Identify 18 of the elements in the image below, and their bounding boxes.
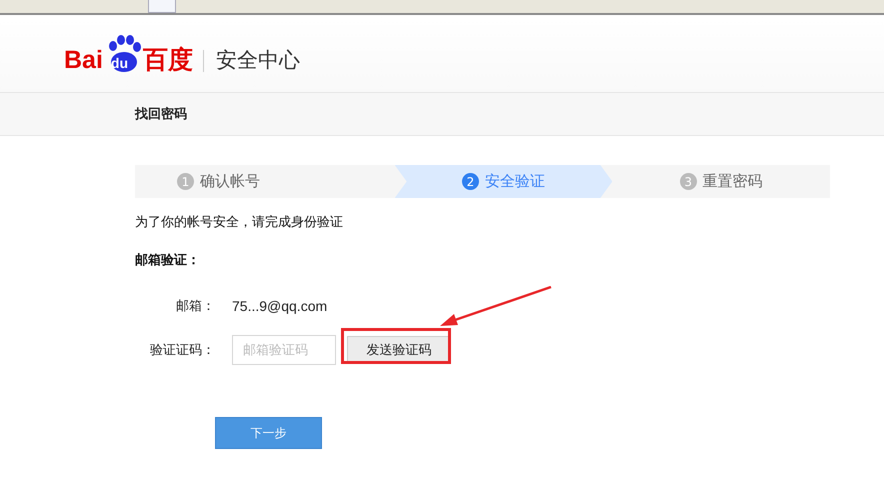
header-title: 安全中心: [216, 46, 300, 74]
intro-text: 为了你的帐号安全，请完成身份验证: [135, 214, 344, 231]
logo-badge-text: du: [110, 54, 128, 70]
logo-text: Bai: [64, 46, 103, 72]
step-item: 3 重置密码: [612, 165, 830, 198]
code-input-field[interactable]: 邮箱验证码: [232, 335, 336, 365]
step-number-icon: 2: [462, 173, 479, 190]
section-title: 邮箱验证：: [135, 252, 201, 269]
email-label: 邮箱：: [175, 298, 215, 315]
email-value: 75...9@qq.com: [232, 298, 328, 314]
browser-tab[interactable]: [148, 0, 176, 13]
page-title: 找回密码: [135, 106, 187, 123]
logo-text: 百度: [142, 46, 193, 72]
code-label: 验证证码：: [149, 342, 215, 359]
step-number-icon: 1: [177, 173, 194, 190]
step-number-icon: 3: [680, 173, 697, 190]
step-item: 2 安全验证: [394, 165, 612, 198]
step-item: 1 确认帐号: [135, 165, 395, 198]
